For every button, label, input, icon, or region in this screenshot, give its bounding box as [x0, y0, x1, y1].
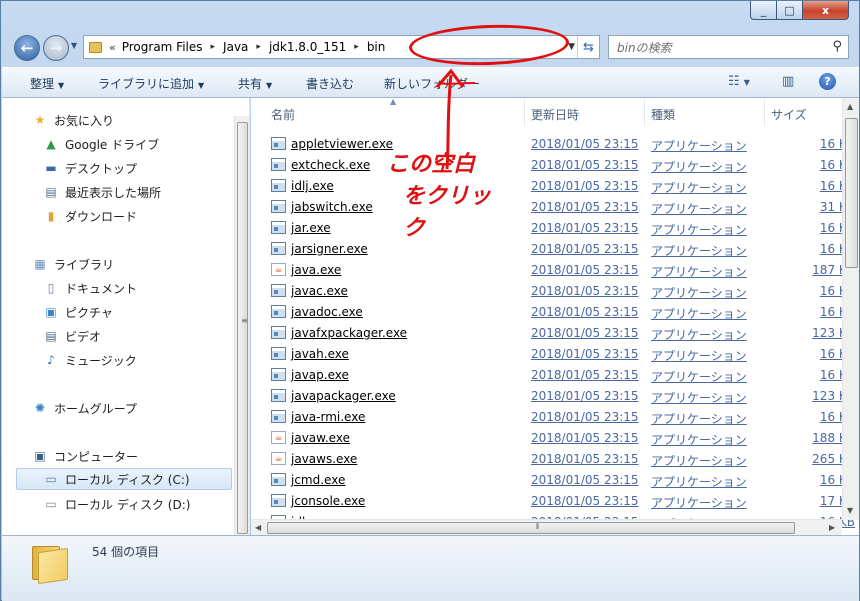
- annotation-arrow-icon: [435, 68, 476, 170]
- annotation-line-1: この空白: [387, 152, 476, 177]
- explorer-window: _ □ x ← → ▼ « Program Files ▸ Java ▸ jdk…: [0, 0, 860, 601]
- annotation-line-2: をクリック: [403, 184, 492, 241]
- annotation-text: この空白 をクリック: [387, 149, 507, 245]
